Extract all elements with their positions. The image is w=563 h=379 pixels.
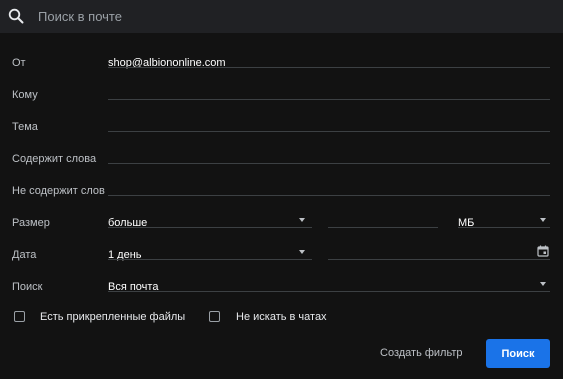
from-row: От shop@albiononline.com bbox=[0, 48, 563, 80]
from-underline bbox=[108, 67, 550, 68]
has-attachment-checkbox[interactable] bbox=[14, 311, 25, 322]
chevron-down-icon bbox=[540, 218, 546, 222]
to-row: Кому bbox=[0, 80, 563, 112]
no-words-underline bbox=[108, 195, 550, 196]
exclude-chats-checkbox[interactable] bbox=[209, 311, 220, 322]
size-comparator-underline bbox=[108, 227, 312, 228]
to-label: Кому bbox=[12, 89, 38, 101]
has-attachment-label[interactable]: Есть прикрепленные файлы bbox=[40, 311, 185, 323]
search-icon[interactable] bbox=[8, 8, 24, 24]
create-filter-button[interactable]: Создать фильтр bbox=[380, 347, 463, 359]
has-words-row: Содержит слова bbox=[0, 144, 563, 176]
date-range-underline bbox=[108, 259, 312, 260]
subject-row: Тема bbox=[0, 112, 563, 144]
has-words-label: Содержит слова bbox=[12, 153, 97, 165]
date-row: Дата 1 день bbox=[0, 240, 563, 272]
no-words-row: Не содержит слов bbox=[0, 176, 563, 208]
chevron-down-icon bbox=[540, 282, 546, 286]
to-underline bbox=[108, 99, 550, 100]
exclude-chats-label[interactable]: Не искать в чатах bbox=[236, 311, 327, 323]
search-input[interactable]: Поиск в почте bbox=[38, 9, 122, 24]
size-label: Размер bbox=[12, 217, 50, 229]
date-label: Дата bbox=[12, 249, 37, 261]
subject-label: Тема bbox=[12, 121, 38, 133]
search-in-row: Поиск Вся почта bbox=[0, 272, 563, 304]
date-underline bbox=[328, 259, 550, 260]
subject-underline bbox=[108, 131, 550, 132]
chevron-down-icon bbox=[299, 250, 305, 254]
size-unit-underline bbox=[458, 227, 550, 228]
search-button[interactable]: Поиск bbox=[486, 339, 550, 368]
no-words-label: Не содержит слов bbox=[12, 185, 105, 197]
from-label: От bbox=[12, 57, 26, 69]
search-in-label: Поиск bbox=[12, 281, 43, 293]
size-row: Размер больше МБ bbox=[0, 208, 563, 240]
has-words-underline bbox=[108, 163, 550, 164]
calendar-icon[interactable] bbox=[537, 245, 549, 257]
chevron-down-icon bbox=[299, 218, 305, 222]
search-bar[interactable]: Поиск в почте bbox=[0, 0, 563, 33]
size-value-underline bbox=[328, 227, 438, 228]
search-in-underline bbox=[108, 291, 550, 292]
